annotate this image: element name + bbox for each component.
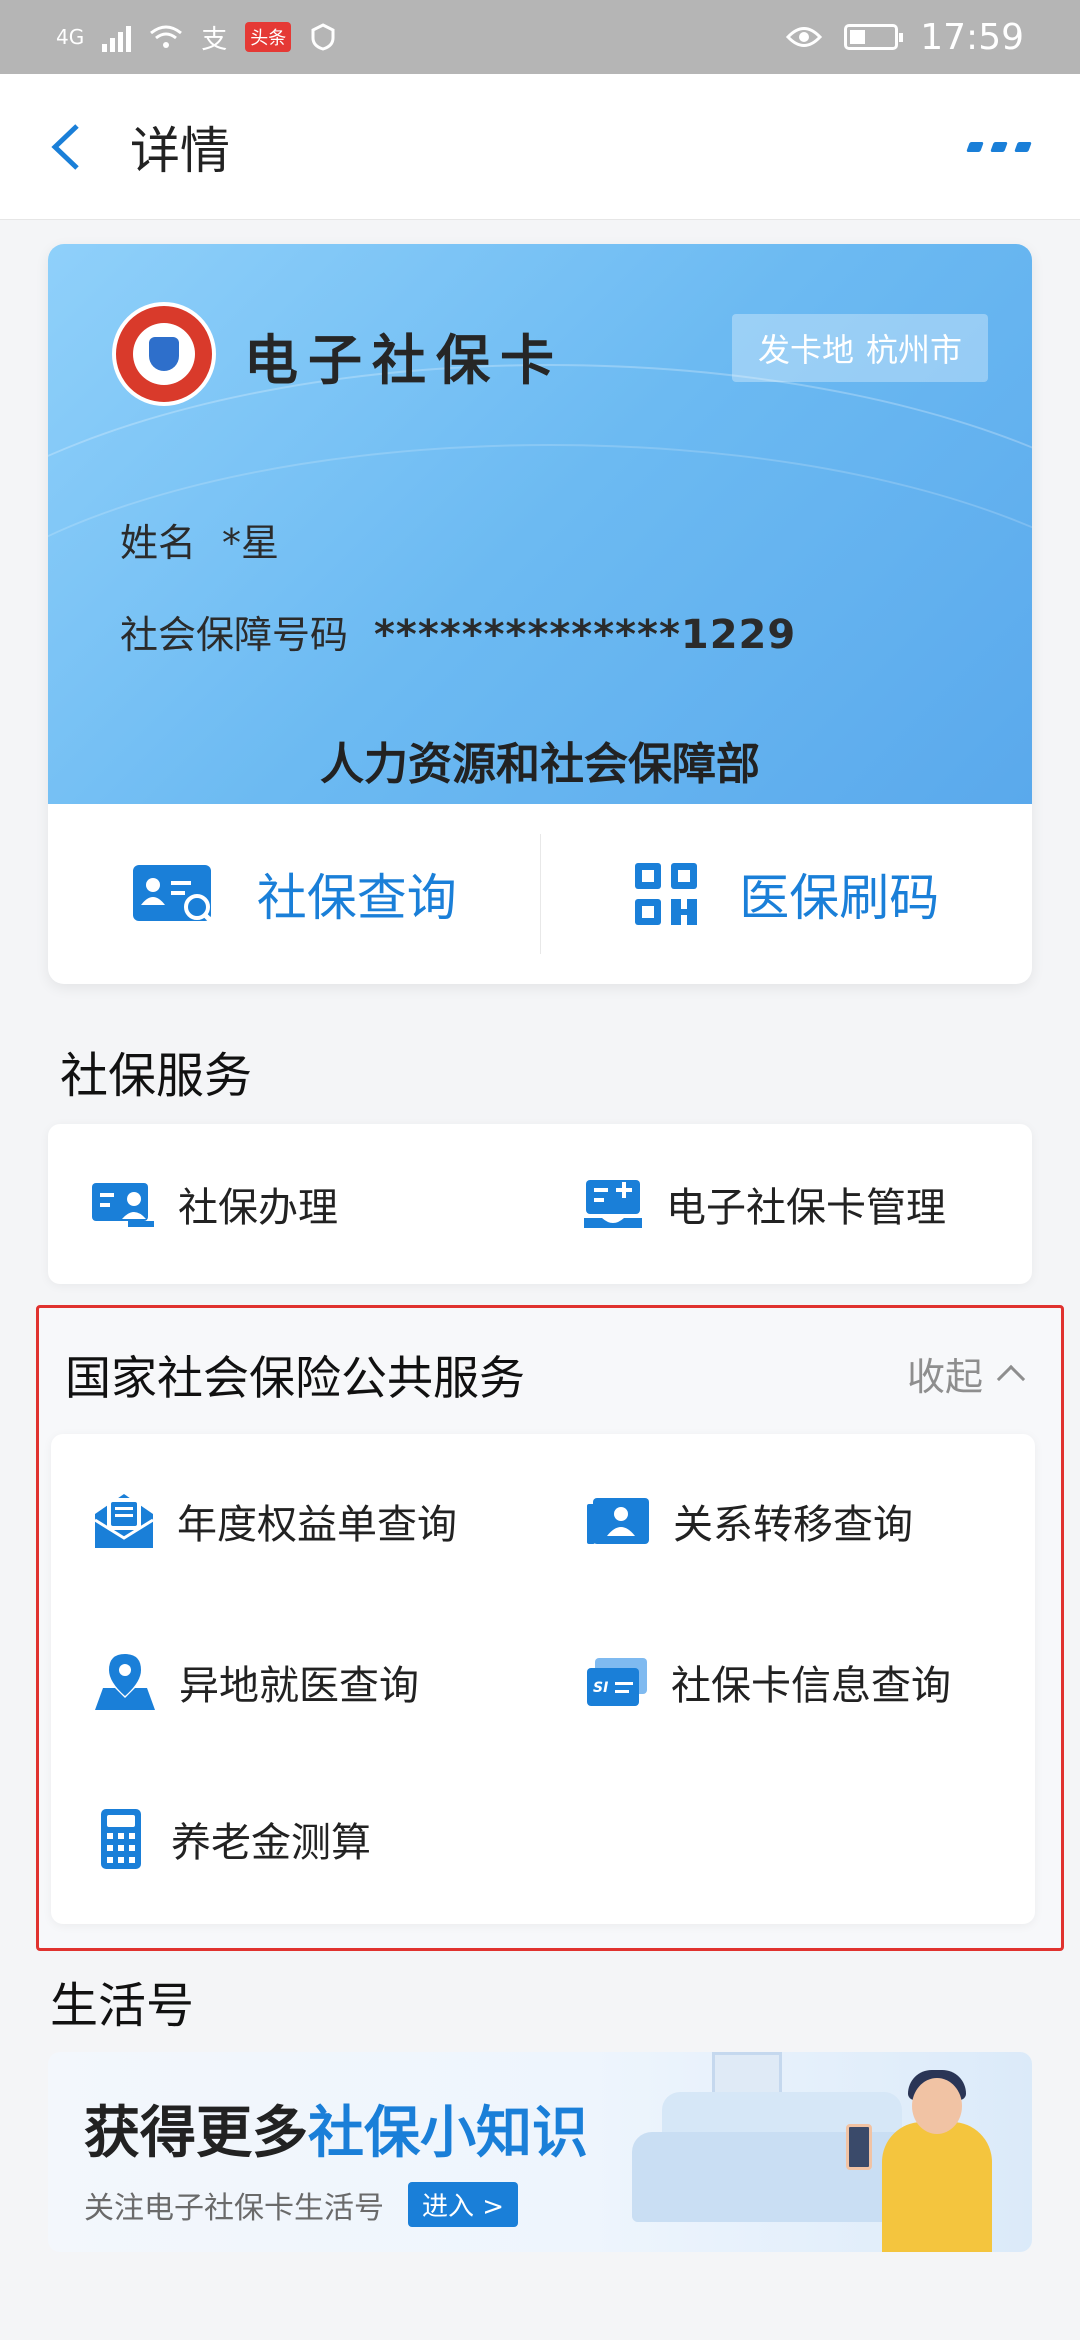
issuer-label: 发卡地 xyxy=(757,331,854,369)
collapse-label: 收起 xyxy=(906,1355,983,1399)
national-services-row: 养老金测算 xyxy=(51,1764,1035,1914)
id-field: 社会保障号码 **************1229 xyxy=(120,604,796,659)
social-query-button[interactable]: 社保查询 xyxy=(48,858,540,930)
e-card-management-item[interactable]: 电子社保卡管理 xyxy=(540,1175,1032,1233)
social-handling-icon xyxy=(92,1183,154,1227)
nav-bar: 详情 xyxy=(0,74,1080,220)
id-label: 社会保障号码 xyxy=(120,613,349,657)
status-right: 17:59 xyxy=(786,17,1024,58)
shield-icon xyxy=(311,23,335,51)
id-value: **************1229 xyxy=(374,612,797,658)
annual-statement-item[interactable]: 年度权益单查询 xyxy=(51,1492,543,1550)
medical-pay-code-button[interactable]: 医保刷码 xyxy=(541,858,1033,930)
offsite-medical-item[interactable]: 异地就医查询 xyxy=(51,1652,543,1712)
page-title: 详情 xyxy=(130,121,230,180)
status-left: 4G 支 头条 xyxy=(56,19,337,56)
clock: 17:59 xyxy=(920,16,1024,58)
name-label: 姓名 xyxy=(120,521,197,565)
national-services-section: 国家社会保险公共服务 收起 年度权益单查询 关系转移查询 异地就医查询 SI 社… xyxy=(36,1305,1064,1951)
calculator-icon xyxy=(101,1809,141,1869)
banner-sub-text: 关注电子社保卡生活号 xyxy=(84,2190,384,2226)
national-services-heading: 国家社会保险公共服务 xyxy=(65,1351,525,1405)
national-services-panel: 年度权益单查询 关系转移查询 异地就医查询 SI 社保卡信息查询 养老金测算 xyxy=(51,1434,1035,1924)
social-handling-label: 社保办理 xyxy=(178,1185,338,1231)
map-pin-icon xyxy=(95,1653,155,1710)
relation-transfer-label: 关系转移查询 xyxy=(673,1501,913,1548)
eye-icon xyxy=(786,27,823,47)
banner-title-prefix: 获得更多 xyxy=(84,2101,308,2166)
card-info-item[interactable]: SI 社保卡信息查询 xyxy=(543,1653,1035,1711)
alipay-icon: 支 xyxy=(201,24,228,55)
back-button[interactable] xyxy=(0,74,130,220)
collapse-button[interactable]: 收起 xyxy=(906,1346,1026,1401)
national-services-row: 异地就医查询 SI 社保卡信息查询 xyxy=(51,1599,1035,1764)
social-services-panel: 社保办理 电子社保卡管理 xyxy=(48,1124,1032,1284)
signal-icon xyxy=(102,22,132,52)
enter-button[interactable]: 进入 > xyxy=(408,2182,519,2227)
svg-text:SI: SI xyxy=(593,1680,608,1696)
quick-actions: 社保查询 医保刷码 xyxy=(48,804,1032,984)
social-query-label: 社保查询 xyxy=(256,869,457,927)
e-card-management-label: 电子社保卡管理 xyxy=(666,1185,946,1231)
status-bar: 4G 支 头条 17:59 xyxy=(0,0,1080,74)
issuer-city: 杭州市 xyxy=(865,331,962,369)
si-card-icon: SI xyxy=(587,1657,647,1706)
social-security-logo xyxy=(112,302,216,406)
offsite-medical-label: 异地就医查询 xyxy=(179,1662,419,1709)
annual-statement-label: 年度权益单查询 xyxy=(177,1501,457,1548)
life-account-heading: 生活号 xyxy=(50,1978,195,2034)
national-services-row: 年度权益单查询 关系转移查询 xyxy=(51,1434,1035,1599)
chevron-up-icon xyxy=(996,1364,1026,1393)
id-search-icon xyxy=(132,865,215,925)
banner-person-art xyxy=(882,2122,992,2252)
name-field: 姓名 *星 xyxy=(120,512,279,567)
issuer-badge: 发卡地 杭州市 xyxy=(731,314,988,382)
pension-calc-label: 养老金测算 xyxy=(171,1820,371,1866)
banner-title: 获得更多社保小知识 xyxy=(84,2088,588,2169)
toutiao-badge: 头条 xyxy=(245,22,292,52)
more-dot-icon xyxy=(1014,141,1032,152)
name-value: *星 xyxy=(222,521,280,565)
more-dot-icon xyxy=(966,141,984,152)
chevron-left-icon xyxy=(51,123,79,170)
e-card-management-icon xyxy=(584,1180,642,1228)
relation-transfer-item[interactable]: 关系转移查询 xyxy=(543,1492,1035,1550)
ministry-name: 人力资源和社会保障部 xyxy=(320,739,760,790)
banner-subtitle: 关注电子社保卡生活号 进入 > xyxy=(84,2182,519,2227)
social-services-row: 社保办理 电子社保卡管理 xyxy=(48,1124,1032,1284)
pension-calc-item[interactable]: 养老金测算 xyxy=(51,1807,543,1871)
qr-code-icon xyxy=(635,863,698,925)
banner-title-highlight: 社保小知识 xyxy=(308,2101,588,2166)
card-title: 电子社保卡 xyxy=(244,328,564,392)
wifi-icon xyxy=(150,25,183,48)
battery-icon xyxy=(844,24,904,50)
network-type: 4G xyxy=(56,25,85,49)
life-account-banner[interactable]: 获得更多社保小知识 关注电子社保卡生活号 进入 > xyxy=(48,2052,1032,2252)
card-info-label: 社保卡信息查询 xyxy=(671,1662,951,1709)
phone-icon xyxy=(846,2124,872,2170)
annual-statement-icon xyxy=(94,1493,154,1548)
social-handling-item[interactable]: 社保办理 xyxy=(48,1175,540,1233)
relation-transfer-icon xyxy=(587,1497,649,1544)
medical-pay-code-label: 医保刷码 xyxy=(739,869,940,927)
banner-person-art xyxy=(912,2078,962,2134)
more-dot-icon xyxy=(990,141,1008,152)
more-menu-button[interactable] xyxy=(966,141,1032,152)
social-security-card[interactable]: 电子社保卡 发卡地 杭州市 姓名 *星 社会保障号码 *************… xyxy=(48,244,1032,804)
social-services-heading: 社保服务 xyxy=(60,1048,253,1104)
social-security-card-panel: 电子社保卡 发卡地 杭州市 姓名 *星 社会保障号码 *************… xyxy=(48,244,1032,984)
